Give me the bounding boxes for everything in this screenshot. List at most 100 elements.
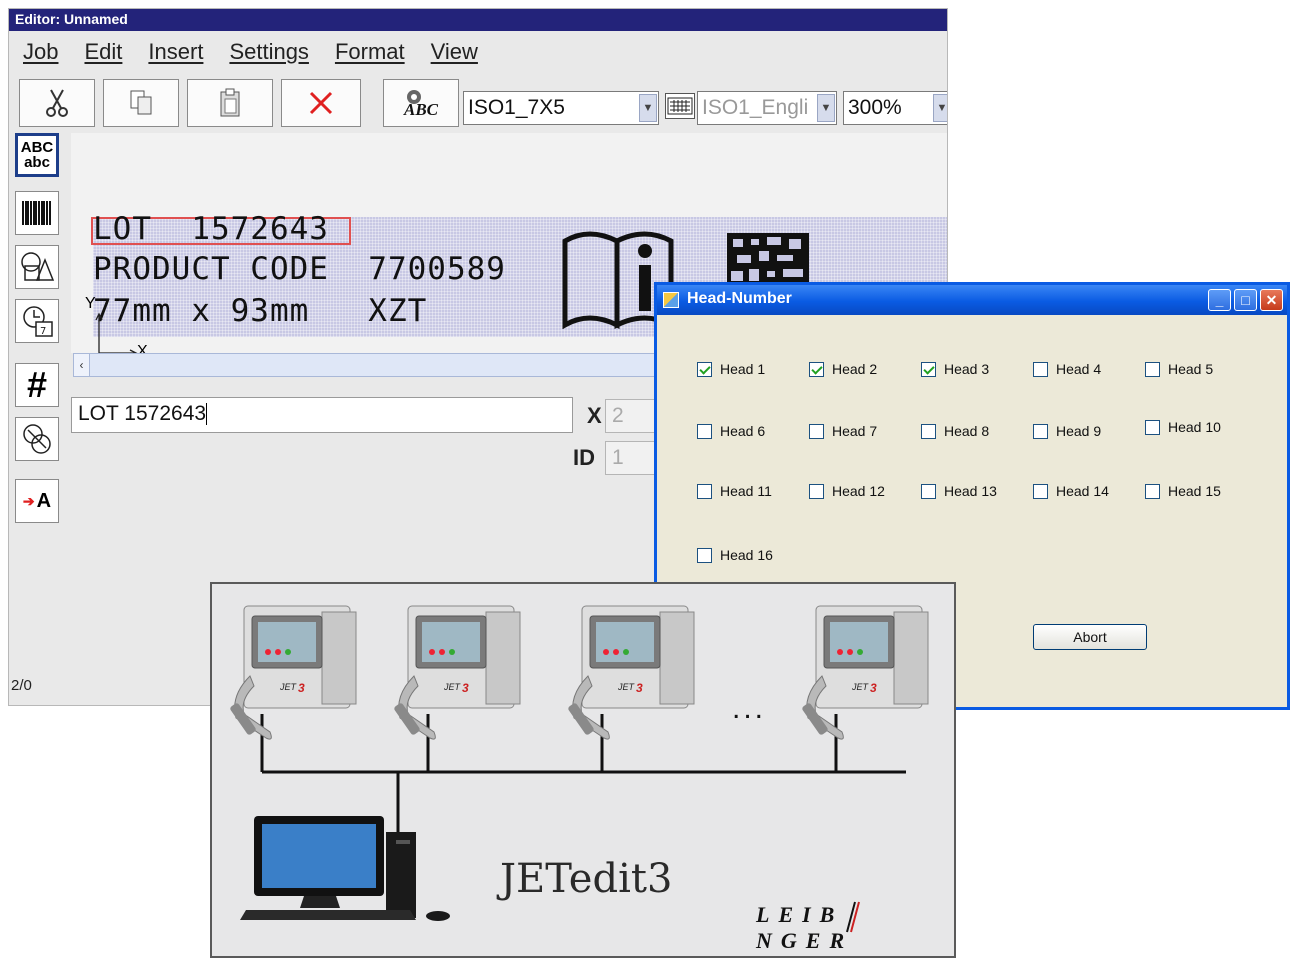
head-checkbox-label: Head 8 (944, 423, 990, 439)
printer-icon (566, 605, 695, 740)
text-content-input[interactable]: LOT 1572643 (71, 397, 573, 433)
head-checkbox-9[interactable]: Head 9 (1033, 423, 1101, 439)
checkbox-icon[interactable] (1033, 423, 1048, 439)
printer-icon (800, 605, 929, 740)
head-checkbox-label: Head 6 (720, 423, 766, 439)
head-checkbox-label: Head 2 (832, 361, 878, 377)
dialog-title-bar: Head-Number _ □ ✕ (657, 285, 1287, 315)
head-checkbox-13[interactable]: Head 13 (921, 483, 997, 499)
copy-button[interactable] (103, 79, 179, 127)
head-checkbox-label: Head 12 (832, 483, 885, 499)
variable-tool-button[interactable]: ➔ A (15, 479, 59, 523)
head-checkbox-14[interactable]: Head 14 (1033, 483, 1109, 499)
checkbox-icon[interactable] (809, 423, 824, 439)
head-checkbox-4[interactable]: Head 4 (1033, 361, 1101, 377)
checkbox-icon[interactable] (1145, 361, 1160, 377)
x-position-label: X (587, 403, 602, 428)
counter-tool-button[interactable]: # (15, 363, 59, 407)
head-checkbox-16[interactable]: Head 16 (697, 547, 773, 563)
head-checkbox-label: Head 1 (720, 361, 766, 377)
close-icon[interactable]: ✕ (1260, 289, 1283, 311)
delete-x-icon (309, 91, 333, 115)
link-tool-button[interactable] (15, 417, 59, 461)
language-select-value: ISO1_Engli (702, 96, 809, 119)
paste-button[interactable] (187, 79, 273, 127)
language-select[interactable]: ISO1_Engli ▼ (697, 91, 837, 125)
label-line-1[interactable]: LOT 1572643 (93, 211, 329, 247)
menu-edit[interactable]: Edit (84, 39, 122, 73)
label-line-2[interactable]: PRODUCT CODE 7700589 (93, 251, 506, 287)
menu-insert[interactable]: Insert (148, 39, 203, 73)
checkbox-checked-icon[interactable] (921, 361, 936, 377)
checkbox-icon[interactable] (809, 483, 824, 499)
head-checkbox-label: Head 13 (944, 483, 997, 499)
head-checkbox-label: Head 10 (1168, 419, 1221, 435)
checkbox-icon[interactable] (1033, 483, 1048, 499)
shapes-icon (21, 252, 55, 281)
shapes-tool-button[interactable] (15, 245, 59, 289)
text-tool-upper: ABC (20, 139, 54, 156)
scroll-left-icon[interactable]: ‹ (74, 354, 90, 376)
app-window-icon (663, 292, 679, 308)
font-select-value: ISO1_7X5 (468, 96, 565, 119)
head-checkbox-7[interactable]: Head 7 (809, 423, 877, 439)
label-line-3[interactable]: 77mm x 93mm XZT (93, 293, 427, 329)
head-checkbox-8[interactable]: Head 8 (921, 423, 989, 439)
head-checkbox-label: Head 16 (720, 547, 773, 563)
text-caret (206, 403, 208, 426)
svg-text:ABC: ABC (403, 100, 439, 119)
minimize-icon[interactable]: _ (1208, 289, 1231, 311)
menu-format[interactable]: Format (335, 39, 405, 73)
head-checkbox-3[interactable]: Head 3 (921, 361, 989, 377)
date-time-tool-button[interactable]: 7 (15, 299, 59, 343)
checkbox-icon[interactable] (921, 483, 936, 499)
text-tool-button[interactable]: ABC abc (15, 133, 59, 177)
menu-view[interactable]: View (431, 39, 478, 73)
head-checkbox-1[interactable]: Head 1 (697, 361, 765, 377)
checkbox-icon[interactable] (921, 423, 936, 439)
zoom-select-value: 300% (848, 96, 902, 119)
head-checkbox-6[interactable]: Head 6 (697, 423, 765, 439)
checkbox-icon[interactable] (1145, 419, 1160, 435)
delete-button[interactable] (281, 79, 361, 127)
checkbox-checked-icon[interactable] (697, 361, 712, 377)
head-checkbox-2[interactable]: Head 2 (809, 361, 877, 377)
font-select[interactable]: ISO1_7X5 ▼ (463, 91, 659, 125)
chevron-down-icon: ▼ (933, 94, 947, 122)
status-counter: 2/0 (11, 677, 32, 694)
head-checkbox-15[interactable]: Head 15 (1145, 483, 1221, 499)
zoom-select[interactable]: 300% ▼ (843, 91, 947, 125)
printer-icon (392, 605, 521, 740)
checkbox-icon[interactable] (697, 423, 712, 439)
head-checkbox-11[interactable]: Head 11 (697, 483, 772, 499)
head-checkbox-10[interactable]: Head 10 (1145, 419, 1221, 435)
menu-bar: Job Edit Insert Settings Format View (9, 39, 947, 73)
abort-button[interactable]: Abort (1033, 624, 1147, 650)
head-checkbox-12[interactable]: Head 12 (809, 483, 885, 499)
head-checkbox-label: Head 15 (1168, 483, 1221, 499)
head-checkbox-label: Head 5 (1168, 361, 1214, 377)
svg-text:7: 7 (40, 326, 46, 337)
checkbox-icon[interactable] (1145, 483, 1160, 499)
leibinger-logo: LEIB NGER (756, 901, 954, 954)
head-checkbox-label: Head 3 (944, 361, 990, 377)
head-checkbox-label: Head 11 (720, 483, 772, 499)
barcode-tool-button[interactable] (15, 191, 59, 235)
id-label: ID (573, 445, 595, 470)
menu-job[interactable]: Job (23, 39, 58, 73)
maximize-icon[interactable]: □ (1234, 289, 1257, 311)
dialog-title: Head-Number (687, 290, 792, 307)
counter-icon: # (26, 364, 48, 405)
arrow-right-icon: ➔ (22, 492, 35, 509)
cut-button[interactable] (19, 79, 95, 127)
keyboard-icon[interactable] (665, 93, 695, 119)
head-checkbox-5[interactable]: Head 5 (1145, 361, 1213, 377)
checkbox-icon[interactable] (697, 547, 712, 563)
checkbox-icon[interactable] (1033, 361, 1048, 377)
checkbox-icon[interactable] (697, 483, 712, 499)
linked-circles-icon (23, 424, 51, 454)
head-checkbox-label: Head 14 (1056, 483, 1109, 499)
text-settings-button[interactable]: ABC (383, 79, 459, 127)
checkbox-checked-icon[interactable] (809, 361, 824, 377)
menu-settings[interactable]: Settings (229, 39, 309, 73)
